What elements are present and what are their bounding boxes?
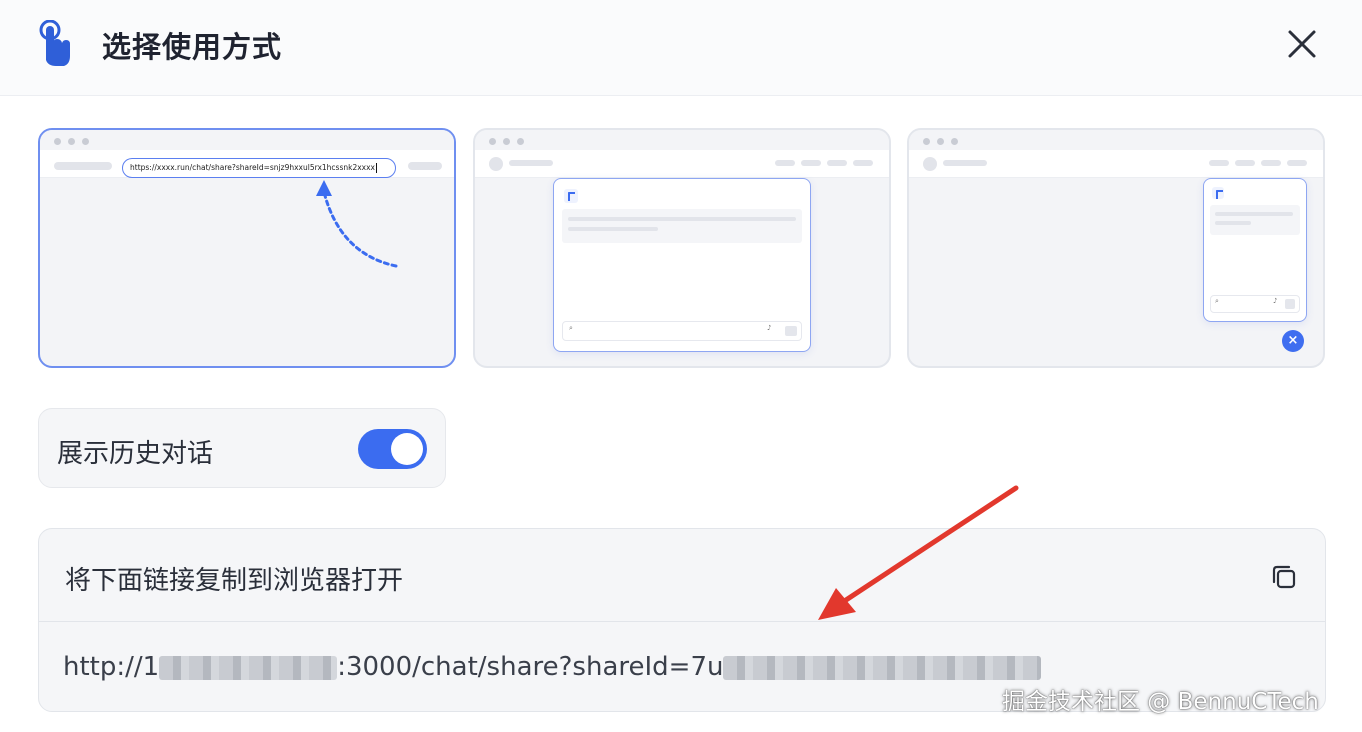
- pointer-hand-icon: [39, 20, 70, 66]
- site-nav-bar: [909, 150, 1323, 178]
- mode-card-embed[interactable]: ⌕ ♪: [473, 128, 891, 368]
- toggle-knob: [391, 433, 423, 465]
- history-toggle-label: 展示历史对话: [57, 439, 214, 469]
- redacted-ip: [159, 655, 338, 680]
- usage-mode-dialog: 选择使用方式 https://xxxx.run/chat/share?share…: [0, 0, 1362, 732]
- dashed-arrow-icon: [316, 180, 398, 268]
- chat-input-preview: ⌕ ♪: [1210, 295, 1300, 313]
- history-toggle-row: 展示历史对话: [38, 408, 446, 488]
- share-link-instruction: 将下面链接复制到浏览器打开: [65, 566, 404, 596]
- copy-icon[interactable]: [1269, 562, 1299, 592]
- dialog-header: 选择使用方式: [0, 0, 1362, 96]
- url-path: :3000/chat/share?shareId=7u: [337, 652, 724, 682]
- share-link-url[interactable]: http://1 :3000/chat/share?shareId=7u: [63, 652, 1042, 682]
- watermark: 掘金技术社区 @ BennuCTech: [1002, 689, 1319, 715]
- close-icon[interactable]: [1282, 24, 1322, 64]
- dialog-title: 选择使用方式: [102, 30, 283, 64]
- history-toggle-switch[interactable]: [358, 429, 427, 469]
- app-logo-icon: [564, 189, 578, 203]
- browser-chrome: [909, 130, 1323, 152]
- chat-input-preview: ⌕ ♪: [562, 321, 802, 341]
- redacted-share-id: [723, 655, 1042, 680]
- share-link-header: 将下面链接复制到浏览器打开: [39, 529, 1325, 622]
- url-prefix: http://1: [63, 652, 160, 682]
- floating-chat-window: ⌕ ♪: [1203, 178, 1307, 322]
- embedded-chat-window: ⌕ ♪: [553, 178, 811, 352]
- site-nav-bar: [475, 150, 889, 178]
- floating-close-button-icon: ×: [1282, 330, 1304, 352]
- mode-card-floating[interactable]: ⌕ ♪ ×: [907, 128, 1325, 368]
- app-logo-icon: [1212, 187, 1224, 199]
- mode-card-share-link[interactable]: https://xxxx.run/chat/share?shareId=snjz…: [38, 128, 456, 368]
- browser-chrome: [475, 130, 889, 152]
